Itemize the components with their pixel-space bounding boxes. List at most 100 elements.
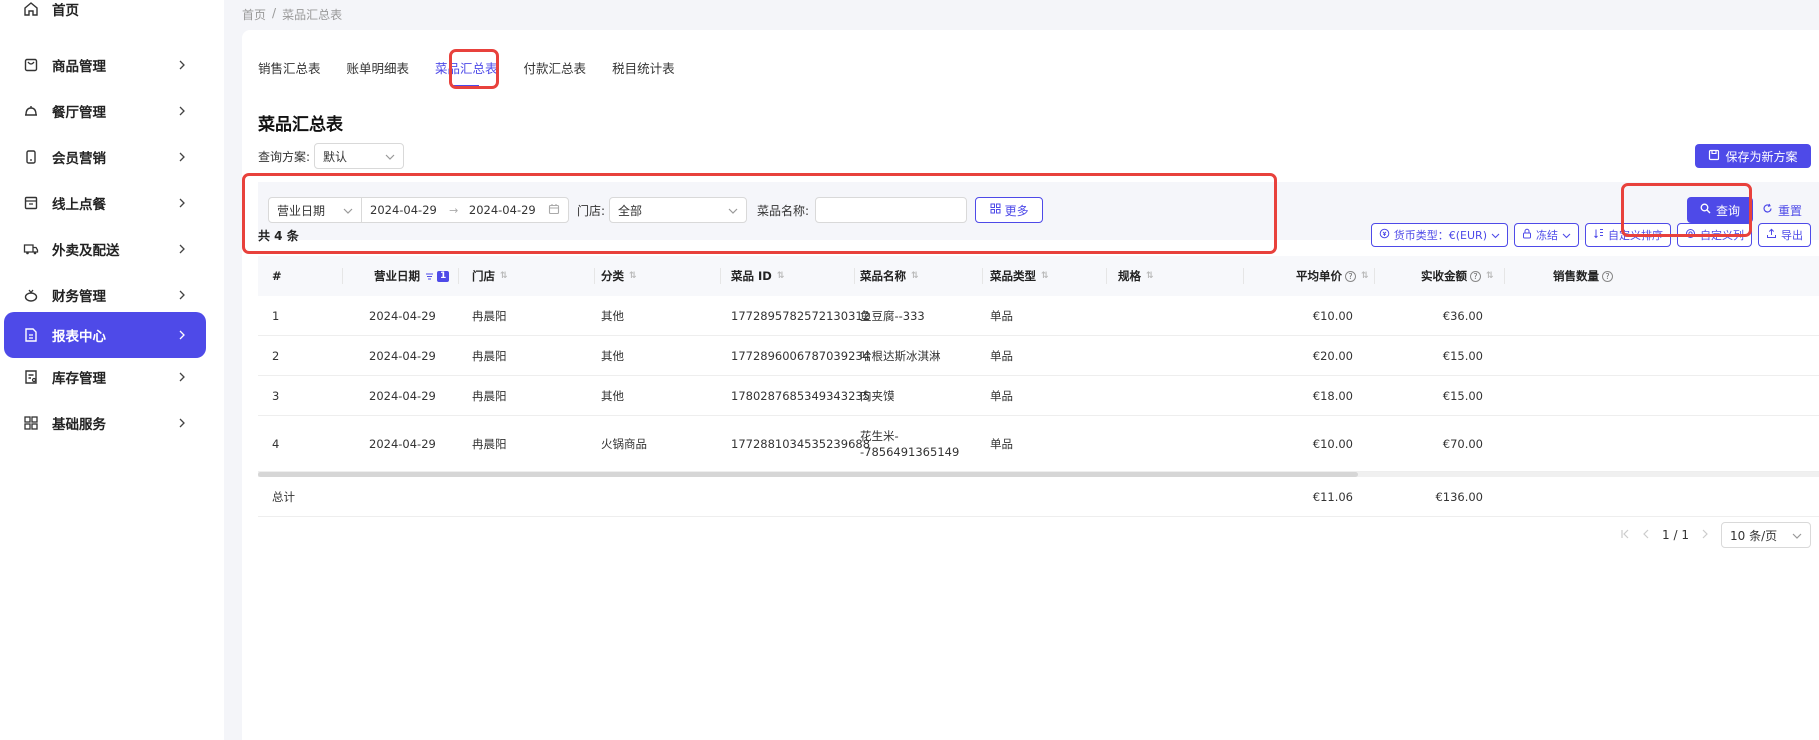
date-type-select[interactable]: 营业日期 bbox=[268, 197, 362, 223]
sidebar-item-delivery[interactable]: 外卖及配送 bbox=[4, 226, 206, 272]
header-store[interactable]: 门店 ⇅ bbox=[472, 256, 508, 296]
reset-label: 重置 bbox=[1778, 203, 1803, 218]
table-row[interactable]: 4 2024-04-29 冉晨阳 火锅商品 177288103453523968… bbox=[258, 416, 1819, 472]
chevron-right-icon bbox=[176, 151, 188, 163]
sort-icon: ⇅ bbox=[1041, 271, 1049, 281]
cell-date: 2024-04-29 bbox=[369, 436, 436, 451]
cell-amount: €36.00 bbox=[1442, 308, 1483, 323]
table-row[interactable]: 3 2024-04-29 冉晨阳 其他 1780287685349343235 … bbox=[258, 376, 1819, 416]
sidebar-item-report[interactable]: 报表中心 bbox=[4, 312, 206, 358]
header-avg-price[interactable]: 平均单价? ⇅ bbox=[1296, 256, 1369, 296]
tab-tax-statistics[interactable]: 税目统计表 bbox=[612, 58, 675, 87]
sidebar-item-online-order[interactable]: 线上点餐 bbox=[4, 180, 206, 226]
date-start-input[interactable]: 2024-04-29 bbox=[370, 203, 449, 217]
cell-index: 4 bbox=[272, 436, 280, 451]
current-page: 1 bbox=[1662, 528, 1670, 542]
query-scheme-select[interactable]: 默认 bbox=[314, 143, 405, 169]
chevron-down-icon bbox=[343, 203, 353, 217]
sort-order-badge: 1 bbox=[437, 270, 450, 282]
custom-sort-button[interactable]: 自定义排序 bbox=[1585, 223, 1671, 247]
tab-dish-summary[interactable]: 菜品汇总表 bbox=[435, 58, 498, 87]
reset-button[interactable]: 重置 bbox=[1762, 197, 1818, 223]
sort-icon: ⇅ bbox=[911, 271, 919, 281]
help-icon: ? bbox=[1345, 270, 1356, 282]
chevron-down-icon bbox=[1491, 229, 1500, 242]
finance-icon bbox=[22, 286, 40, 304]
table-total-row: 总计 €11.06 €136.00 bbox=[258, 477, 1819, 517]
page-size-select[interactable]: 10 条/页 bbox=[1721, 522, 1811, 548]
next-page-icon[interactable] bbox=[1701, 528, 1709, 542]
header-label: 平均单价 bbox=[1296, 269, 1342, 283]
more-filters-button[interactable]: 更多 bbox=[975, 197, 1044, 223]
custom-columns-label: 自定义列 bbox=[1700, 229, 1744, 242]
header-spec[interactable]: 规格 ⇅ bbox=[1118, 256, 1154, 296]
cell-dish-name: 肉夹馍 bbox=[860, 388, 895, 403]
sidebar-item-home[interactable]: 首页 bbox=[4, 0, 206, 32]
header-dish-type[interactable]: 菜品类型 ⇅ bbox=[990, 256, 1049, 296]
tab-payment-summary[interactable]: 付款汇总表 bbox=[524, 58, 587, 87]
store-select[interactable]: 全部 bbox=[609, 197, 748, 223]
tab-bill-detail[interactable]: 账单明细表 bbox=[347, 58, 410, 87]
dish-name-input[interactable] bbox=[815, 197, 968, 223]
sidebar-item-inventory[interactable]: 库存管理 bbox=[4, 354, 206, 400]
header-sales-qty[interactable]: 销售数量? bbox=[1553, 256, 1613, 296]
calendar-icon bbox=[548, 203, 560, 218]
sidebar-item-goods[interactable]: 商品管理 bbox=[4, 42, 206, 88]
sidebar: 首页 商品管理 餐厅管理 会员营销 线上点餐 外卖及配送 财务管理 报表中心 库… bbox=[0, 0, 224, 740]
cell-amount: €15.00 bbox=[1442, 388, 1483, 403]
cell-avg-price: €10.00 bbox=[1312, 436, 1353, 451]
save-new-scheme-button[interactable]: 保存为新方案 bbox=[1695, 144, 1811, 168]
freeze-button[interactable]: 冻结 bbox=[1514, 223, 1579, 247]
sidebar-item-member[interactable]: 会员营销 bbox=[4, 134, 206, 180]
date-end-input[interactable]: 2024-04-29 bbox=[469, 203, 548, 217]
query-button[interactable]: 查询 bbox=[1687, 197, 1753, 223]
cell-dish-type: 单品 bbox=[990, 436, 1013, 451]
sidebar-item-restaurant[interactable]: 餐厅管理 bbox=[4, 88, 206, 134]
table-row[interactable]: 1 2024-04-29 冉晨阳 其他 1772895782572130312 … bbox=[258, 296, 1819, 336]
header-label: 规格 bbox=[1118, 269, 1141, 283]
grid-icon bbox=[22, 414, 40, 432]
header-label: 菜品名称 bbox=[860, 269, 906, 283]
sort-icon: ⇅ bbox=[1486, 271, 1494, 281]
grid-icon bbox=[990, 203, 1001, 217]
search-icon bbox=[1700, 203, 1711, 217]
column-divider bbox=[854, 268, 855, 284]
chevron-down-icon bbox=[728, 203, 738, 217]
sidebar-item-label: 财务管理 bbox=[52, 289, 106, 305]
custom-columns-button[interactable]: 自定义列 bbox=[1677, 223, 1752, 247]
cell-index: 2 bbox=[272, 348, 280, 363]
sidebar-item-label: 库存管理 bbox=[52, 371, 106, 387]
export-button[interactable]: 导出 bbox=[1758, 223, 1811, 247]
sort-icon: ⇅ bbox=[500, 271, 508, 281]
header-category[interactable]: 分类 ⇅ bbox=[601, 256, 637, 296]
date-type-value: 营业日期 bbox=[277, 203, 326, 218]
chevron-right-icon bbox=[176, 197, 188, 209]
total-amount: €136.00 bbox=[1435, 489, 1483, 504]
prev-page-icon[interactable] bbox=[1642, 528, 1650, 542]
header-business-date[interactable]: 营业日期 1 bbox=[374, 256, 450, 296]
currency-type-button[interactable]: 货币类型：€(EUR) bbox=[1370, 223, 1508, 247]
custom-sort-label: 自定义排序 bbox=[1608, 229, 1663, 242]
total-label: 总计 bbox=[272, 489, 295, 504]
header-dish-id[interactable]: 菜品 ID ⇅ bbox=[731, 256, 784, 296]
more-filters-label: 更多 bbox=[1004, 203, 1029, 218]
tab-sales-summary[interactable]: 销售汇总表 bbox=[258, 58, 321, 87]
header-label: 分类 bbox=[601, 269, 624, 283]
chevron-down-icon bbox=[1562, 229, 1571, 242]
cell-dish-id: 1780287685349343235 bbox=[731, 388, 871, 403]
header-amount[interactable]: 实收金额? ⇅ bbox=[1421, 256, 1494, 296]
breadcrumb-home[interactable]: 首页 bbox=[242, 6, 266, 23]
column-divider bbox=[594, 268, 595, 284]
sidebar-item-basic-service[interactable]: 基础服务 bbox=[4, 400, 206, 446]
header-dish-name[interactable]: 菜品名称 ⇅ bbox=[860, 256, 919, 296]
cell-avg-price: €20.00 bbox=[1312, 348, 1353, 363]
report-icon bbox=[22, 326, 40, 344]
dish-name-line-1: 花生米- bbox=[860, 428, 899, 443]
table-row[interactable]: 2 2024-04-29 冉晨阳 其他 1772896006787039234 … bbox=[258, 336, 1819, 376]
date-range-picker[interactable]: 2024-04-29 → 2024-04-29 bbox=[361, 197, 569, 223]
sidebar-item-label: 首页 bbox=[52, 3, 79, 19]
total-avg-price: €11.06 bbox=[1312, 489, 1353, 504]
sort-icon: ⇅ bbox=[1146, 271, 1154, 281]
export-label: 导出 bbox=[1781, 229, 1803, 242]
first-page-icon[interactable] bbox=[1620, 528, 1630, 542]
